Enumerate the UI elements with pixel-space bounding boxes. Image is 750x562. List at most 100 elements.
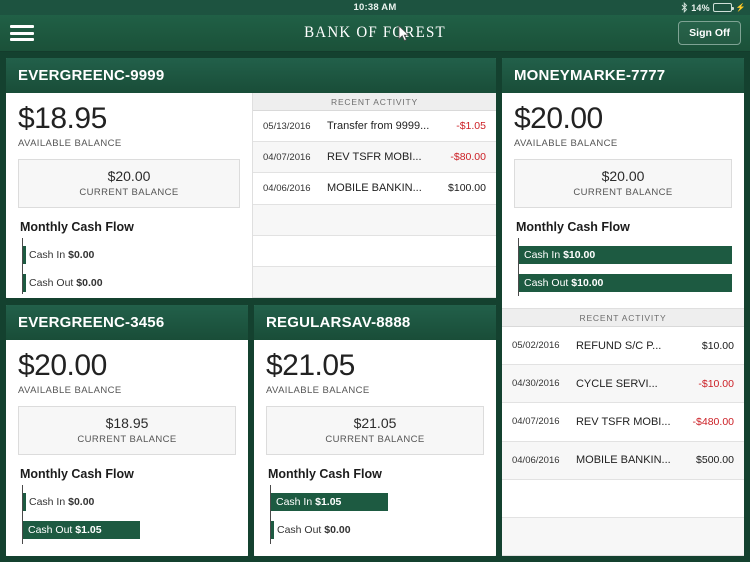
- activity-date: 04/07/2016: [263, 151, 311, 163]
- current-balance-box: $18.95 CURRENT BALANCE: [18, 405, 236, 455]
- mouse-cursor: [398, 25, 410, 42]
- available-balance-label: AVAILABLE BALANCE: [18, 137, 122, 149]
- account-card-title: MONEYMARKE-7777: [501, 58, 744, 93]
- cash-in-value: $1.05: [315, 495, 342, 508]
- chart-bars: Cash In $0.00 Cash Out $0.00: [23, 245, 240, 292]
- chart-bars: Cash In $10.00 Cash Out $10.00: [518, 245, 732, 292]
- activity-amount: -$10.00: [698, 377, 734, 390]
- account-summary: $21.05 AVAILABLE BALANCE $21.05 CURRENT …: [254, 340, 496, 556]
- cash-in-label: Cash In: [276, 495, 313, 508]
- activity-date: 04/30/2016: [511, 378, 560, 390]
- account-card-2[interactable]: EVERGREENC-3456 $20.00 AVAILABLE BALANCE…: [6, 305, 248, 556]
- activity-date: 04/06/2016: [511, 454, 560, 466]
- status-time: 10:38 AM: [353, 2, 397, 13]
- current-balance-label: CURRENT BALANCE: [325, 433, 425, 445]
- status-bar: 10:38 AM 14% ⚡: [0, 0, 750, 15]
- activity-description: MOBILE BANKIN...: [327, 182, 422, 195]
- recent-activity-list[interactable]: 05/13/2016 Transfer from 9999... -$1.05 04/…: [253, 111, 496, 298]
- cash-flow-title: Monthly Cash Flow: [20, 466, 134, 481]
- bluetooth-icon: [681, 2, 688, 13]
- cash-out-label: Cash Out: [29, 276, 74, 289]
- account-card-title: REGULARSAV-8888: [254, 305, 496, 340]
- activity-description: CYCLE SERVI...: [575, 377, 658, 390]
- bottom-row: EVERGREENC-3456 $20.00 AVAILABLE BALANCE…: [6, 305, 496, 556]
- activity-row[interactable]: 04/30/2016 CYCLE SERVI... -$10.00: [501, 365, 744, 404]
- activity-row[interactable]: 05/13/2016 Transfer from 9999... -$1.05: [253, 111, 496, 143]
- activity-row[interactable]: 04/06/2016 MOBILE BANKIN... $500.00: [501, 441, 744, 480]
- account-card-1[interactable]: MONEYMARKE-7777 $20.00 AVAILABLE BALANCE…: [501, 58, 744, 556]
- cash-in-value: $10.00: [563, 248, 596, 261]
- account-summary: $20.00 AVAILABLE BALANCE $20.00 CURRENT …: [501, 93, 744, 308]
- cash-in-value: $0.00: [68, 495, 95, 508]
- cash-out-bar: Cash Out $1.05: [23, 520, 141, 539]
- battery-percent: 14%: [691, 2, 710, 13]
- activity-amount: -$1.05: [456, 120, 486, 133]
- recent-activity-panel: RECENT ACTIVITY 05/02/2016 REFUND S/C P..…: [501, 308, 744, 556]
- cash-out-bar: Cash Out $0.00: [271, 520, 351, 539]
- chart-bars: Cash In $0.00 Cash Out $1.05: [23, 492, 236, 539]
- current-balance-label: CURRENT BALANCE: [79, 186, 179, 198]
- activity-amount: -$480.00: [692, 415, 734, 428]
- cash-out-label: Cash Out: [28, 523, 73, 536]
- cash-flow-chart: Cash In $0.00 Cash Out $0.00: [18, 237, 240, 298]
- available-balance-label: AVAILABLE BALANCE: [513, 137, 618, 149]
- recent-activity-title: RECENT ACTIVITY: [501, 309, 744, 327]
- activity-row[interactable]: [253, 266, 496, 298]
- available-balance-amount: $18.95: [18, 102, 107, 135]
- account-card-body: $18.95 AVAILABLE BALANCE $20.00 CURRENT …: [6, 93, 496, 298]
- activity-date: 04/06/2016: [263, 182, 311, 194]
- activity-row[interactable]: [253, 204, 496, 236]
- activity-amount: $500.00: [696, 454, 734, 467]
- account-card-body: $20.00 AVAILABLE BALANCE $18.95 CURRENT …: [6, 340, 248, 556]
- available-balance-amount: $20.00: [18, 349, 107, 382]
- current-balance-label: CURRENT BALANCE: [573, 186, 673, 198]
- cash-in-value: $0.00: [68, 248, 95, 261]
- app-header: BANK OF FOREST Sign Off: [0, 15, 750, 52]
- account-card-0[interactable]: EVERGREENC-9999 $18.95 AVAILABLE BALANCE…: [6, 58, 496, 298]
- activity-amount: -$80.00: [450, 151, 486, 164]
- current-balance-amount: $21.05: [353, 414, 397, 431]
- cash-out-value: $0.00: [76, 276, 103, 289]
- cash-out-value: $10.00: [571, 276, 604, 289]
- account-card-title: EVERGREENC-9999: [6, 58, 496, 93]
- recent-activity-panel: RECENT ACTIVITY 05/13/2016 Transfer from …: [252, 93, 496, 298]
- account-card-body: $21.05 AVAILABLE BALANCE $21.05 CURRENT …: [254, 340, 496, 556]
- activity-row[interactable]: [253, 236, 496, 267]
- brand-title: BANK OF FOREST: [304, 24, 446, 41]
- current-balance-amount: $20.00: [601, 167, 645, 184]
- recent-activity-list[interactable]: 05/02/2016 REFUND S/C P... $10.00 04/30/201…: [501, 327, 744, 556]
- right-column: MONEYMARKE-7777 $20.00 AVAILABLE BALANCE…: [501, 58, 744, 556]
- activity-row[interactable]: 04/06/2016 MOBILE BANKIN... $100.00: [253, 173, 496, 205]
- cash-in-label: Cash In: [29, 248, 66, 261]
- accounts-board: EVERGREENC-9999 $18.95 AVAILABLE BALANCE…: [0, 52, 750, 562]
- activity-row[interactable]: 04/07/2016 REV TSFR MOBI... -$80.00: [253, 142, 496, 174]
- current-balance-box: $20.00 CURRENT BALANCE: [18, 158, 240, 208]
- cash-out-value: $1.05: [75, 523, 102, 536]
- cash-out-label: Cash Out: [277, 523, 322, 536]
- cash-in-bar: Cash In $1.05: [271, 492, 389, 511]
- current-balance-box: $20.00 CURRENT BALANCE: [513, 158, 732, 208]
- activity-row[interactable]: [501, 480, 744, 518]
- activity-amount: $100.00: [448, 182, 486, 195]
- activity-row[interactable]: 04/07/2016 REV TSFR MOBI... -$480.00: [501, 403, 744, 442]
- current-balance-amount: $18.95: [105, 414, 149, 431]
- available-balance-amount: $20.00: [513, 102, 603, 135]
- cash-out-label: Cash Out: [523, 276, 569, 289]
- activity-row[interactable]: 05/02/2016 REFUND S/C P... $10.00: [501, 327, 744, 366]
- cash-out-bar: Cash Out $0.00: [23, 273, 103, 292]
- cash-flow-chart: Cash In $1.05 Cash Out $0.00: [266, 484, 484, 549]
- available-balance-label: AVAILABLE BALANCE: [18, 384, 122, 396]
- recent-activity-title: RECENT ACTIVITY: [253, 93, 496, 111]
- current-balance-box: $21.05 CURRENT BALANCE: [266, 405, 484, 455]
- cash-in-label: Cash In: [523, 248, 561, 261]
- account-card-title: EVERGREENC-3456: [6, 305, 248, 340]
- cash-out-value: $0.00: [324, 523, 351, 536]
- cash-flow-title: Monthly Cash Flow: [268, 466, 382, 481]
- activity-amount: $10.00: [701, 339, 734, 352]
- account-card-3[interactable]: REGULARSAV-8888 $21.05 AVAILABLE BALANCE…: [254, 305, 496, 556]
- sign-off-button[interactable]: Sign Off: [678, 21, 741, 45]
- available-balance-amount: $21.05: [266, 349, 355, 382]
- activity-description: MOBILE BANKIN...: [575, 454, 671, 467]
- activity-date: 05/13/2016: [263, 120, 311, 132]
- activity-row[interactable]: [501, 517, 744, 556]
